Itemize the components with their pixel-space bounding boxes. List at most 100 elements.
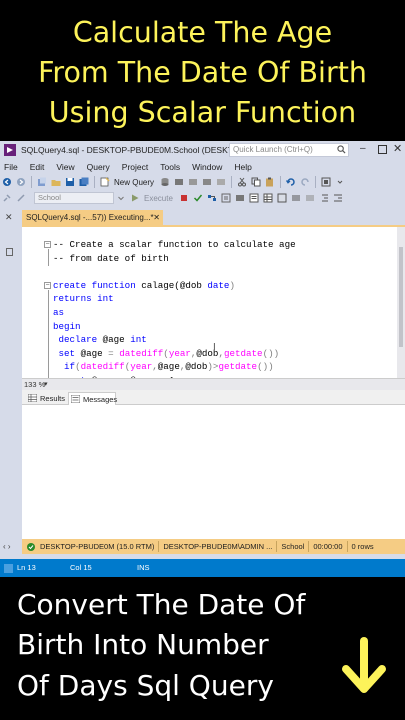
code-token: getdate — [223, 347, 263, 359]
zoom-level[interactable]: 133 % — [24, 380, 45, 389]
code-line[interactable]: returns int — [53, 292, 296, 306]
bottom-caption: Convert The Date Of Birth Into Number Of… — [0, 577, 405, 720]
ssms-logo-icon — [4, 144, 16, 156]
paste-icon[interactable] — [265, 177, 275, 187]
code-line[interactable]: -- from date of birth — [53, 252, 296, 266]
mdx-query-icon[interactable] — [174, 177, 184, 187]
copy-icon[interactable] — [251, 177, 261, 187]
db-engine-query-icon[interactable] — [160, 177, 170, 187]
fold-toggle-function[interactable]: − — [44, 282, 51, 289]
open-folder-icon[interactable] — [51, 177, 61, 187]
editor-vertical-scrollbar[interactable] — [397, 227, 405, 378]
dmx-query-icon[interactable] — [188, 177, 198, 187]
code-line[interactable]: begin — [53, 320, 296, 334]
menu-help[interactable]: Help — [234, 162, 251, 172]
menu-query[interactable]: Query — [87, 162, 110, 172]
display-plan-icon[interactable] — [207, 193, 217, 203]
top-caption-line-1: Calculate The Age — [72, 15, 333, 49]
code-line[interactable] — [53, 265, 296, 279]
code-line[interactable]: as — [53, 306, 296, 320]
tab-results[interactable]: Results — [26, 392, 65, 405]
save-icon[interactable] — [65, 177, 75, 187]
toolbar-separator — [315, 176, 317, 188]
search-icon[interactable] — [337, 145, 346, 154]
new-project-icon[interactable] — [37, 177, 47, 187]
sql-code[interactable]: -- Create a scalar function to calculate… — [53, 238, 296, 378]
tab-sqlquery4[interactable]: SQLQuery4.sql -...57)) Executing...* ✕ — [22, 210, 163, 225]
new-query-button[interactable]: New Query — [114, 178, 154, 187]
connect-icon[interactable] — [2, 193, 12, 203]
elapsed-time: 00:00:00 — [313, 542, 343, 551]
cut-icon[interactable] — [237, 177, 247, 187]
xmla-query-icon[interactable] — [202, 177, 212, 187]
query-status-bar: DESKTOP-PBUDE0M (15.0 RTM) DESKTOP-PBUDE… — [22, 539, 405, 554]
intellisense-icon[interactable] — [235, 193, 245, 203]
undo-icon[interactable] — [286, 177, 296, 187]
query-options-icon[interactable] — [221, 193, 231, 203]
comment-out-icon[interactable] — [291, 193, 301, 203]
redo-icon[interactable] — [300, 177, 310, 187]
close-tab-icon[interactable]: ✕ — [153, 210, 160, 225]
code-line[interactable]: create function calage(@dob date) — [53, 279, 296, 293]
fold-toggle-comment[interactable]: − — [44, 241, 51, 248]
standard-toolbar: New Query — [0, 174, 405, 190]
cancel-query-icon[interactable] — [179, 193, 189, 203]
execute-button[interactable]: Execute — [144, 194, 173, 203]
toolbar-overflow-icon[interactable] — [335, 177, 345, 187]
execute-icon[interactable] — [130, 193, 140, 203]
menu-project[interactable]: Project — [122, 162, 148, 172]
decrease-indent-icon[interactable] — [319, 193, 329, 203]
query-editor[interactable]: − − -- Create a scalar function to calcu… — [22, 227, 397, 378]
menu-tools[interactable]: Tools — [160, 162, 180, 172]
scrollbar-thumb[interactable] — [399, 247, 403, 347]
menu-view[interactable]: View — [56, 162, 74, 172]
dax-query-icon[interactable] — [216, 177, 226, 187]
top-caption-line-3: Using Scalar Function — [48, 95, 357, 129]
toolbar-separator — [280, 176, 282, 188]
solution-explorer-icon[interactable] — [321, 177, 331, 187]
down-arrow-icon — [342, 637, 386, 693]
object-explorer-collapsed-icon[interactable] — [6, 248, 13, 256]
code-line[interactable]: declare @age int — [53, 333, 296, 347]
results-to-file-icon[interactable] — [277, 193, 287, 203]
code-token: create function — [53, 279, 142, 291]
code-line[interactable]: if(datediff(year,@age,@dob)>getdate()) — [53, 360, 296, 374]
chevron-down-icon[interactable] — [116, 193, 126, 203]
messages-pane[interactable] — [22, 405, 405, 539]
menu-file[interactable]: File — [4, 162, 18, 172]
code-token: getdate — [218, 361, 258, 373]
object-explorer-pin-icon[interactable]: ✕ — [5, 212, 13, 223]
bottom-caption-line-3: Of Days Sql Query — [17, 669, 274, 702]
maximize-button[interactable] — [378, 145, 387, 154]
chevron-down-icon[interactable]: ▾ — [44, 380, 48, 388]
change-connection-icon[interactable] — [16, 193, 26, 203]
quick-launch-input[interactable]: Quick Launch (Ctrl+Q) — [229, 143, 349, 157]
results-to-text-icon[interactable] — [249, 193, 259, 203]
back-icon[interactable] — [2, 177, 12, 187]
menu-edit[interactable]: Edit — [30, 162, 45, 172]
code-line[interactable]: -- Create a scalar function to calculate… — [53, 238, 296, 252]
menu-window[interactable]: Window — [192, 162, 222, 172]
results-pane-arrows[interactable]: ‹ › — [0, 539, 22, 554]
results-to-grid-icon[interactable] — [263, 193, 273, 203]
code-line[interactable]: set @age = datediff(year,@dob,getdate()) — [53, 347, 296, 361]
uncomment-icon[interactable] — [305, 193, 315, 203]
database-select[interactable]: School — [34, 192, 114, 204]
code-token: @age — [157, 361, 180, 373]
code-token: calage(@dob — [141, 279, 208, 291]
code-token: declare — [53, 334, 103, 346]
tab-messages[interactable]: Messages — [68, 392, 117, 405]
minimize-button[interactable]: – — [360, 143, 366, 154]
parse-icon[interactable] — [193, 193, 203, 203]
new-query-icon[interactable] — [100, 177, 110, 187]
login-user: DESKTOP-PBUDE0M\ADMIN ... — [163, 542, 273, 551]
save-all-icon[interactable] — [79, 177, 89, 187]
toolbar-separator — [94, 176, 95, 188]
current-database: School — [281, 542, 305, 551]
close-button[interactable]: ✕ — [393, 142, 402, 155]
document-tab-row: SQLQuery4.sql -...57)) Executing...* ✕ — [0, 208, 405, 225]
tab-results-label: Results — [40, 394, 66, 403]
results-grid-icon — [28, 394, 37, 402]
increase-indent-icon[interactable] — [333, 193, 343, 203]
forward-icon[interactable] — [16, 177, 26, 187]
